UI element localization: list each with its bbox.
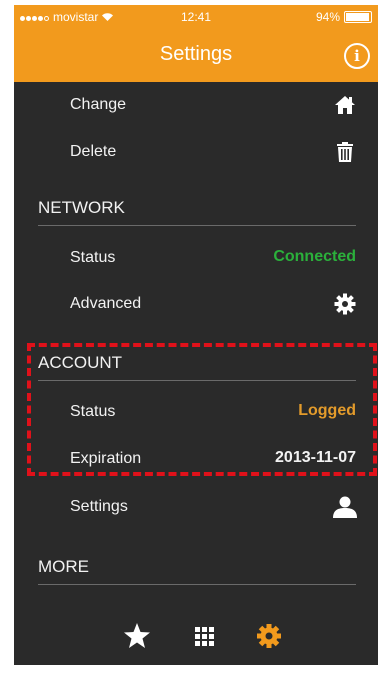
star-icon (124, 623, 150, 648)
info-icon[interactable]: i (344, 43, 370, 69)
battery-fill (346, 13, 369, 21)
section-divider (38, 225, 356, 226)
row-expiration: Expiration 2013-11-07 (14, 436, 378, 482)
page-title: Settings (159, 43, 233, 65)
row-label: Status (70, 403, 116, 420)
tab-apps[interactable] (189, 621, 219, 651)
nav-bar: Settings i (14, 30, 378, 82)
tab-favorites[interactable] (122, 621, 152, 651)
account-status-value: Logged (298, 402, 356, 419)
section-network: NETWORK (14, 186, 378, 226)
row-delete[interactable]: Delete (14, 129, 378, 175)
section-more: MORE (14, 545, 378, 585)
home-icon (335, 96, 355, 114)
battery-icon (344, 11, 372, 23)
network-status-value: Connected (273, 248, 356, 265)
tab-settings[interactable] (254, 621, 284, 651)
row-network-status: Status Connected (14, 235, 378, 281)
section-account: ACCOUNT (14, 341, 378, 381)
section-divider (38, 584, 356, 585)
gear-icon (334, 293, 356, 315)
tab-bar (14, 607, 378, 665)
battery-percent: 94% (315, 10, 340, 24)
row-label: Status (70, 249, 116, 266)
status-bar: movistar 12:41 94% (14, 5, 378, 30)
row-label: Settings (70, 498, 128, 515)
section-divider (38, 380, 356, 381)
grid-icon (195, 627, 214, 646)
expiration-value: 2013-11-07 (275, 449, 356, 466)
battery-status: 94% (316, 10, 372, 24)
section-heading: MORE (38, 557, 89, 576)
section-heading: NETWORK (38, 198, 125, 217)
row-account-status: Status Logged (14, 389, 378, 435)
row-label: Change (70, 96, 127, 113)
row-label: Advanced (70, 295, 142, 312)
trash-icon (337, 142, 353, 162)
row-advanced[interactable]: Advanced (14, 281, 378, 327)
row-label: Expiration (70, 450, 142, 467)
row-account-settings[interactable]: Settings (14, 484, 378, 530)
section-heading: ACCOUNT (38, 353, 123, 372)
user-icon (333, 496, 357, 518)
row-label: Delete (70, 143, 117, 160)
row-change[interactable]: Change (14, 82, 378, 128)
phone-screen: movistar 12:41 94% Settings i Change Del… (14, 5, 378, 665)
